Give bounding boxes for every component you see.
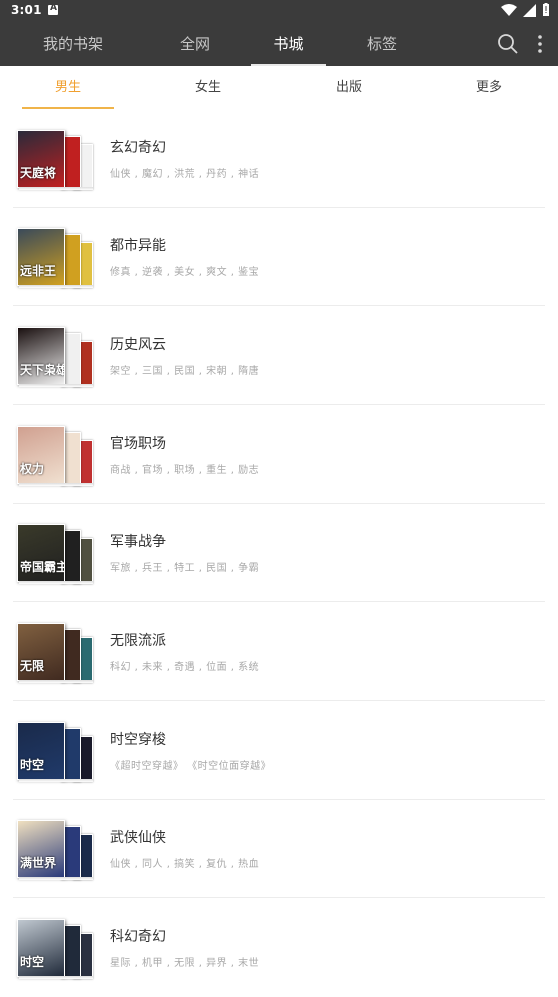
category-tags: 修真 , 逆袭 , 美女 , 爽文 , 鉴宝 xyxy=(110,267,260,278)
cover-text: 天庭将 xyxy=(20,166,57,180)
cover-text: 远非王 xyxy=(20,264,57,278)
category-item[interactable]: 满世界 武侠仙侠 仙侠 , 同人 , 搞笑 , 复仇 , 热血 xyxy=(0,800,558,898)
category-tags: 科幻 , 未来 , 奇遇 , 位面 , 系统 xyxy=(110,662,260,673)
book-cover: 远非王 xyxy=(17,228,65,286)
category-title: 军事战争 xyxy=(110,534,166,550)
cover-text: 时空 xyxy=(20,758,45,772)
cover-text: 帝国霸主 xyxy=(20,560,65,574)
book-cover: 无限 xyxy=(17,623,65,681)
category-title: 时空穿梭 xyxy=(110,732,166,748)
divider xyxy=(13,601,545,602)
category-item[interactable]: 时空 科幻奇幻 星际 , 机甲 , 无限 , 异界 , 末世 xyxy=(0,899,558,997)
divider xyxy=(13,404,545,405)
category-item[interactable]: 远非王 都市异能 修真 , 逆袭 , 美女 , 爽文 , 鉴宝 xyxy=(0,208,558,306)
tab-bookstore[interactable]: 书城 xyxy=(251,22,326,66)
book-cover-stack: 天庭将 xyxy=(17,130,93,190)
tab-all-web[interactable]: 全网 xyxy=(160,22,230,66)
subtab-more[interactable]: 更多 xyxy=(443,66,535,110)
category-tags: 《超时空穿越》 《时空位面穿越》 xyxy=(110,761,272,772)
cover-text: 无限 xyxy=(20,659,45,673)
divider xyxy=(13,897,545,898)
book-cover-stack: 帝国霸主 xyxy=(17,524,93,584)
category-tags: 仙侠 , 同人 , 搞笑 , 复仇 , 热血 xyxy=(110,859,260,870)
subtab-publishing[interactable]: 出版 xyxy=(303,66,395,110)
book-cover: 满世界 xyxy=(17,820,65,878)
category-item[interactable]: 时空 时空穿梭 《超时空穿越》 《时空位面穿越》 xyxy=(0,702,558,800)
book-cover-stack: 时空 xyxy=(17,722,93,782)
book-cover: 天下枭雄 xyxy=(17,327,65,385)
book-cover-stack: 权力 xyxy=(17,426,93,486)
book-cover: 时空 xyxy=(17,722,65,780)
book-cover-stack: 无限 xyxy=(17,623,93,683)
more-options-icon[interactable] xyxy=(533,33,547,55)
category-title: 玄幻奇幻 xyxy=(110,140,166,156)
category-title: 武侠仙侠 xyxy=(110,830,166,846)
signal-icon xyxy=(523,3,536,17)
divider xyxy=(13,700,545,701)
category-tags: 军旅 , 兵王 , 特工 , 民国 , 争霸 xyxy=(110,563,260,574)
book-cover-stack: 远非王 xyxy=(17,228,93,288)
category-title: 历史风云 xyxy=(110,337,166,353)
status-bar: 3:01 xyxy=(0,0,558,22)
subtab-male[interactable]: 男生 xyxy=(22,66,114,110)
category-tabs: 男生 女生 出版 更多 xyxy=(0,66,558,110)
category-tags: 架空 , 三国 , 民国 , 宋朝 , 隋唐 xyxy=(110,366,260,377)
category-title: 官场职场 xyxy=(110,436,166,452)
book-cover: 帝国霸主 xyxy=(17,524,65,582)
book-cover-stack: 时空 xyxy=(17,919,93,979)
subtab-indicator xyxy=(22,107,114,109)
cover-text: 时空 xyxy=(20,955,45,969)
wifi-icon xyxy=(501,3,517,16)
category-title: 都市异能 xyxy=(110,238,166,254)
book-cover: 时空 xyxy=(17,919,65,977)
tab-tags[interactable]: 标签 xyxy=(349,22,415,66)
book-cover: 权力 xyxy=(17,426,65,484)
tab-bookshelf[interactable]: 我的书架 xyxy=(30,22,116,66)
category-item[interactable]: 天下枭雄 历史风云 架空 , 三国 , 民国 , 宋朝 , 隋唐 xyxy=(0,307,558,405)
battery-icon xyxy=(543,3,549,16)
category-tags: 星际 , 机甲 , 无限 , 异界 , 末世 xyxy=(110,958,260,969)
notification-icon xyxy=(48,3,58,15)
status-time: 3:01 xyxy=(11,3,42,17)
cover-text: 天下枭雄 xyxy=(20,363,65,377)
category-tags: 商战 , 官场 , 职场 , 重生 , 励志 xyxy=(110,465,260,476)
system-icons xyxy=(501,3,550,17)
divider xyxy=(13,305,545,306)
cover-text: 满世界 xyxy=(20,856,57,870)
category-title: 无限流派 xyxy=(110,633,166,649)
cover-text: 权力 xyxy=(20,462,45,476)
search-icon[interactable] xyxy=(497,33,519,55)
category-tags: 仙侠 , 魔幻 , 洪荒 , 丹药 , 神话 xyxy=(110,169,260,180)
category-item[interactable]: 权力 官场职场 商战 , 官场 , 职场 , 重生 , 励志 xyxy=(0,406,558,504)
subtab-female[interactable]: 女生 xyxy=(162,66,254,110)
category-item[interactable]: 帝国霸主 军事战争 军旅 , 兵王 , 特工 , 民国 , 争霸 xyxy=(0,504,558,602)
book-cover-stack: 满世界 xyxy=(17,820,93,880)
app-header: 我的书架 全网 书城 标签 xyxy=(0,22,558,66)
category-title: 科幻奇幻 xyxy=(110,929,166,945)
category-item[interactable]: 无限 无限流派 科幻 , 未来 , 奇遇 , 位面 , 系统 xyxy=(0,603,558,701)
book-cover: 天庭将 xyxy=(17,130,65,188)
category-item[interactable]: 天庭将 玄幻奇幻 仙侠 , 魔幻 , 洪荒 , 丹药 , 神话 xyxy=(0,110,558,208)
book-cover-stack: 天下枭雄 xyxy=(17,327,93,387)
